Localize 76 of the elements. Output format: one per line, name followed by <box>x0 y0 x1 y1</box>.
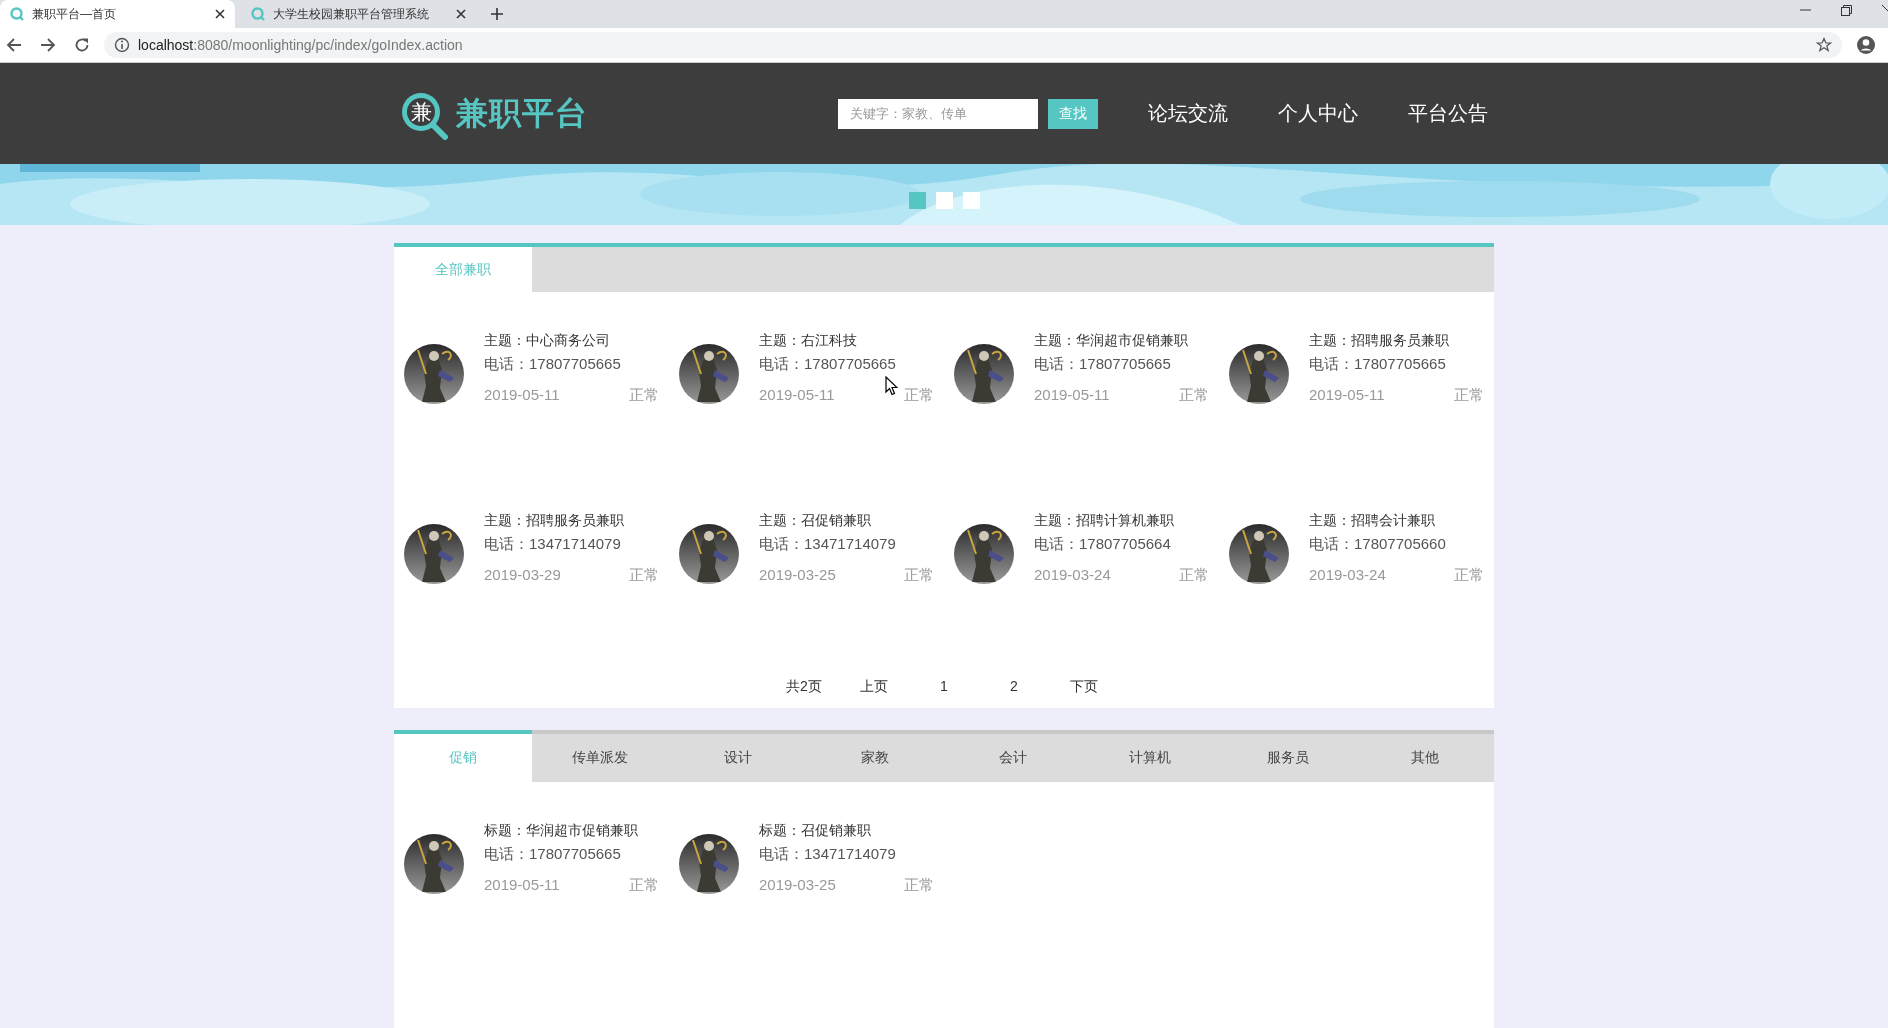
job-title[interactable]: 主题：右江科技 <box>759 328 934 352</box>
phone-number: 电话：17807705665 <box>484 354 622 374</box>
category-tab[interactable]: 其他 <box>1356 730 1494 782</box>
status-label: 正常 <box>1179 566 1209 585</box>
page-link[interactable]: 1 <box>909 678 979 696</box>
post-date: 2019-03-25 <box>759 566 836 585</box>
page-count: 共2页 <box>785 678 823 696</box>
address-bar[interactable]: localhost:8080/moonlighting/pc/index/goIndex.action <box>104 32 1842 58</box>
job-title[interactable]: 主题：华润超市促销兼职 <box>1034 328 1209 352</box>
account-icon[interactable] <box>1856 35 1876 55</box>
close-icon[interactable] <box>456 9 466 19</box>
job-title[interactable]: 主题：中心商务公司 <box>484 328 659 352</box>
post-date: 2019-05-11 <box>484 876 560 895</box>
phone-number: 电话：17807705664 <box>1034 534 1172 554</box>
forward-icon[interactable] <box>40 37 56 53</box>
phone-number: 电话：13471714079 <box>759 844 897 864</box>
job-title[interactable]: 标题：华润超市促销兼职 <box>484 818 659 842</box>
phone-number: 电话：17807705665 <box>1034 354 1172 374</box>
status-label: 正常 <box>629 876 659 895</box>
tab-title: 兼职平台—首页 <box>32 5 117 23</box>
phone-number: 电话：17807705665 <box>484 844 622 864</box>
post-date: 2019-03-24 <box>1309 566 1386 585</box>
page-link[interactable]: 2 <box>979 678 1049 696</box>
status-label: 正常 <box>904 386 934 405</box>
category-tab[interactable]: 会计 <box>944 730 1082 782</box>
category-tab[interactable]: 传单派发 <box>531 730 669 782</box>
job-title[interactable]: 主题：召促销兼职 <box>759 508 934 532</box>
job-title[interactable]: 主题：招聘服务员兼职 <box>484 508 659 532</box>
status-label: 正常 <box>1179 386 1209 405</box>
post-date: 2019-05-11 <box>759 386 835 405</box>
status-label: 正常 <box>1454 566 1484 585</box>
category-tab[interactable]: 家教 <box>806 730 944 782</box>
phone-number: 电话：13471714079 <box>484 534 622 554</box>
browser-tab[interactable]: 大学生校园兼职平台管理系统 <box>241 0 476 28</box>
post-date: 2019-03-29 <box>484 566 561 585</box>
job-title[interactable]: 主题：招聘计算机兼职 <box>1034 508 1209 532</box>
magnifier-icon <box>251 7 265 21</box>
post-date: 2019-03-25 <box>759 876 836 895</box>
close-icon[interactable] <box>215 9 225 19</box>
next-page-link[interactable]: 下页 <box>1049 678 1119 696</box>
status-label: 正常 <box>904 876 934 895</box>
nav-link[interactable]: 论坛交流 <box>1148 100 1228 127</box>
nav-link[interactable]: 个人中心 <box>1278 100 1358 127</box>
url-text: localhost:8080/moonlighting/pc/index/goIndex.action <box>138 37 463 53</box>
post-date: 2019-03-24 <box>1034 566 1111 585</box>
reload-icon[interactable] <box>74 37 90 53</box>
browser-tab[interactable]: 兼职平台—首页 <box>0 0 235 28</box>
back-icon[interactable] <box>6 37 22 53</box>
category-tab[interactable]: 计算机 <box>1081 730 1219 782</box>
post-date: 2019-05-11 <box>1034 386 1110 405</box>
status-label: 正常 <box>629 566 659 585</box>
job-title[interactable]: 标题：召促销兼职 <box>759 818 934 842</box>
star-icon[interactable] <box>1816 37 1832 53</box>
job-title[interactable]: 主题：招聘会计兼职 <box>1309 508 1484 532</box>
post-date: 2019-05-11 <box>484 386 560 405</box>
new-tab-icon[interactable] <box>490 7 504 21</box>
logo-text[interactable]: 兼职平台 <box>456 91 588 136</box>
post-date: 2019-05-11 <box>1309 386 1385 405</box>
phone-number: 电话：13471714079 <box>759 534 897 554</box>
search-field[interactable]: 关键字：家教、传单 <box>838 98 1038 129</box>
phone-number: 电话：17807705665 <box>1309 354 1447 374</box>
phone-number: 电话：17807705660 <box>1309 534 1447 554</box>
status-label: 正常 <box>1454 386 1484 405</box>
tab-title: 大学生校园兼职平台管理系统 <box>273 5 430 23</box>
status-label: 正常 <box>904 566 934 585</box>
cursor-icon <box>885 376 898 396</box>
magnifier-icon <box>10 7 24 21</box>
category-tab[interactable]: 设计 <box>669 730 807 782</box>
job-title[interactable]: 主题：招聘服务员兼职 <box>1309 328 1484 352</box>
restore-icon[interactable] <box>1841 4 1852 16</box>
phone-number: 电话：17807705665 <box>759 354 897 374</box>
nav-link[interactable]: 平台公告 <box>1408 100 1488 127</box>
info-icon <box>114 37 130 53</box>
status-label: 正常 <box>629 386 659 405</box>
prev-page-link[interactable]: 上页 <box>839 678 909 696</box>
category-tab[interactable]: 服务员 <box>1219 730 1357 782</box>
